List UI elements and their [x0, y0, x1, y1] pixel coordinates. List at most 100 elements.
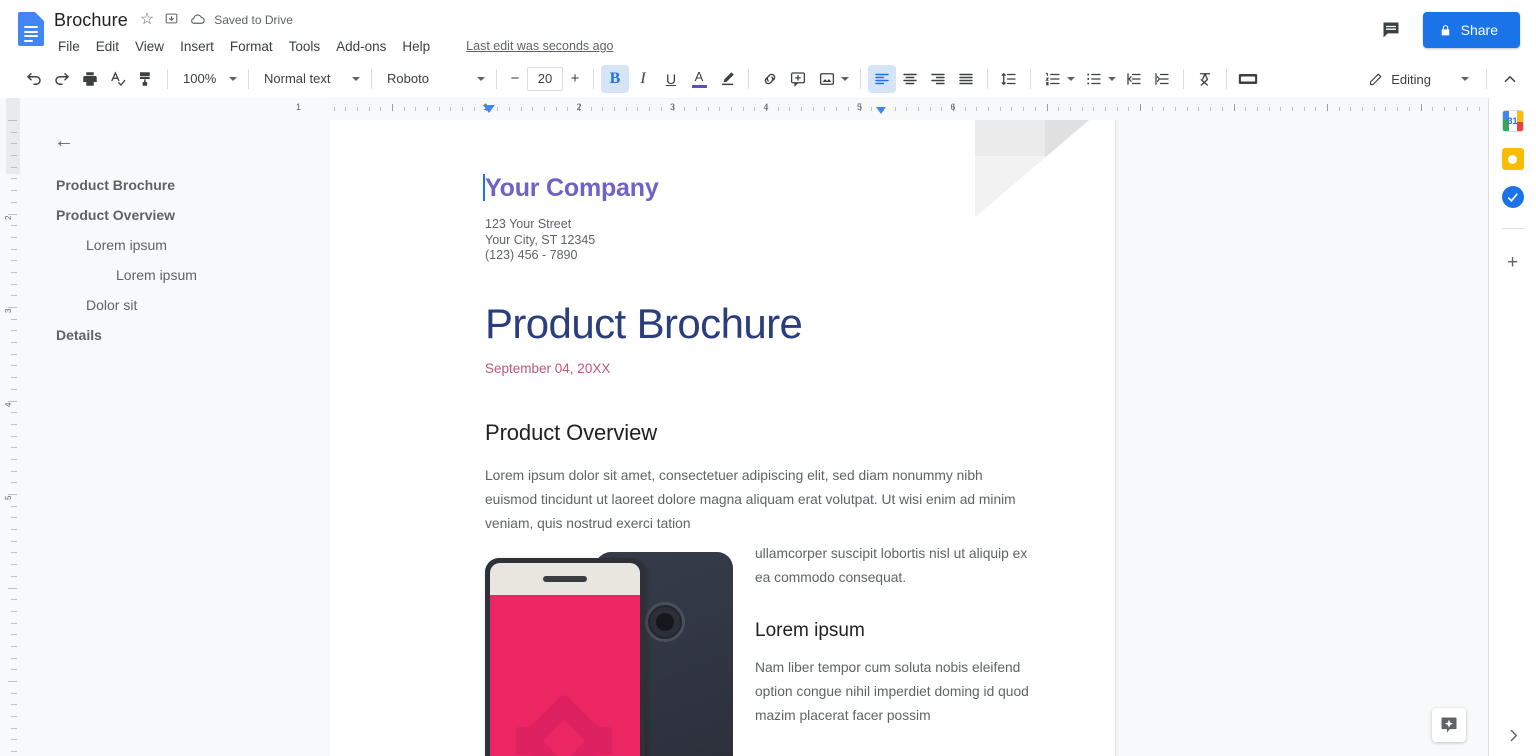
chevron-up-icon[interactable] [1496, 65, 1524, 93]
subsection-paragraph[interactable]: Nam liber tempor cum soluta nobis eleife… [755, 656, 1031, 728]
document-page[interactable]: Your Company 123 Your Street Your City, … [330, 98, 1115, 756]
phone-front-body [485, 558, 645, 756]
outline-item-dolor-sit[interactable]: Dolor sit [50, 290, 316, 320]
ruler-tick [871, 107, 873, 111]
spelling-check-icon[interactable] [104, 65, 132, 93]
insert-link-icon[interactable] [756, 65, 784, 93]
document-title[interactable]: Brochure [54, 10, 130, 31]
numbered-list-dropdown[interactable] [1038, 65, 1079, 93]
last-edit-link[interactable]: Last edit was seconds ago [466, 39, 613, 53]
side-paragraph[interactable]: ullamcorper suscipit lobortis nisl ut al… [755, 542, 1031, 590]
page-canvas[interactable]: Your Company 123 Your Street Your City, … [330, 98, 1536, 756]
left-indent-marker[interactable] [483, 105, 495, 113]
undo-icon[interactable] [20, 65, 48, 93]
toolbar-divider [1183, 68, 1184, 89]
menu-item-tools[interactable]: Tools [281, 37, 329, 56]
menu-item-help[interactable]: Help [394, 37, 438, 56]
phone-speaker [543, 576, 587, 583]
bold-button[interactable]: B [601, 64, 629, 93]
menu-item-insert[interactable]: Insert [172, 37, 222, 56]
zoom-dropdown[interactable]: 100% [175, 65, 241, 93]
add-apps-icon[interactable]: + [1499, 249, 1527, 277]
menu-item-file[interactable]: File [50, 37, 88, 56]
font-size-increase-button[interactable]: + [564, 67, 586, 91]
align-center-icon[interactable] [896, 65, 924, 93]
ruler-number: 2 [4, 215, 13, 220]
document-main-title[interactable]: Product Brochure [485, 300, 1031, 347]
font-family-dropdown[interactable]: Roboto [379, 65, 489, 93]
ruler-tick [11, 540, 17, 542]
ruler-tick [11, 739, 17, 741]
decrease-indent-icon[interactable] [1120, 65, 1148, 93]
chevron-right-icon[interactable] [1489, 727, 1536, 744]
toolbar-divider [1226, 68, 1227, 89]
company-name-heading[interactable]: Your Company [483, 174, 1031, 203]
explore-icon[interactable] [1432, 708, 1466, 742]
star-icon[interactable]: ☆ [140, 12, 154, 28]
font-size-decrease-button[interactable]: − [504, 67, 526, 91]
clear-formatting-icon[interactable] [1191, 65, 1219, 93]
horizontal-ruler[interactable]: 1123456 [296, 98, 1488, 120]
ruler-tick [1093, 107, 1095, 111]
editing-mode-dropdown[interactable]: Editing [1358, 64, 1477, 94]
right-indent-marker[interactable] [875, 107, 886, 114]
ruler-number: 4 [763, 102, 769, 112]
menu-item-format[interactable]: Format [222, 37, 281, 56]
outline-item-lorem-ipsum-1[interactable]: Lorem ipsum [50, 230, 316, 260]
add-comment-icon[interactable] [784, 65, 812, 93]
ruler-number: 4 [4, 402, 13, 407]
ruler-tick [917, 107, 919, 111]
align-left-icon[interactable] [868, 64, 896, 93]
paragraph-style-value: Normal text [264, 71, 331, 86]
font-size-input[interactable]: 20 [527, 66, 563, 91]
ruler-tick [812, 107, 814, 111]
address-block[interactable]: 123 Your Street Your City, ST 12345 (123… [485, 217, 1031, 264]
company-name-text: Your Company [485, 174, 659, 202]
document-date[interactable]: September 04, 20XX [485, 361, 1031, 376]
bulleted-list-dropdown[interactable] [1079, 65, 1120, 93]
align-justify-icon[interactable] [952, 65, 980, 93]
google-calendar-icon[interactable]: 31 [1501, 110, 1524, 132]
highlight-pen-icon[interactable] [713, 65, 741, 93]
smartphone-product-illustration[interactable] [485, 550, 733, 756]
input-tools-icon[interactable] [1234, 65, 1262, 93]
text-color-icon[interactable]: A [685, 65, 713, 93]
ruler-tick [1315, 107, 1317, 111]
line-spacing-icon[interactable] [995, 65, 1023, 93]
vertical-ruler[interactable]: 2 3 4 5 [0, 98, 20, 756]
paragraph-style-dropdown[interactable]: Normal text [256, 65, 364, 93]
section-paragraph-product-overview[interactable]: Lorem ipsum dolor sit amet, consectetuer… [485, 464, 1031, 536]
outline-item-details[interactable]: Details [50, 320, 316, 350]
move-to-folder-icon[interactable] [164, 11, 179, 29]
google-tasks-icon[interactable] [1501, 186, 1524, 208]
outline-item-lorem-ipsum-2[interactable]: Lorem ipsum [50, 260, 316, 290]
align-right-icon[interactable] [924, 65, 952, 93]
ruler-tick [11, 271, 17, 273]
underline-button[interactable]: U [657, 65, 685, 93]
address-line-city: Your City, ST 12345 [485, 232, 596, 247]
menu-item-addons[interactable]: Add-ons [328, 37, 394, 56]
ruler-tick [719, 107, 721, 111]
comment-history-icon[interactable] [1373, 12, 1409, 48]
menu-item-edit[interactable]: Edit [88, 37, 127, 56]
phone-screen-area [490, 563, 640, 756]
subsection-heading-lorem-ipsum[interactable]: Lorem ipsum [755, 620, 1031, 642]
share-button[interactable]: Share [1422, 12, 1520, 48]
outline-item-product-brochure[interactable]: Product Brochure [50, 170, 316, 200]
insert-image-dropdown[interactable] [812, 65, 853, 93]
menu-item-view[interactable]: View [127, 37, 172, 56]
increase-indent-icon[interactable] [1148, 65, 1176, 93]
underline-label: U [665, 70, 677, 87]
editing-mode-label: Editing [1391, 71, 1431, 87]
italic-button[interactable]: I [629, 65, 657, 93]
google-keep-icon[interactable] [1501, 148, 1524, 170]
outline-item-product-overview[interactable]: Product Overview [50, 200, 316, 230]
document-body[interactable]: Your Company 123 Your Street Your City, … [330, 98, 1115, 756]
section-heading-product-overview[interactable]: Product Overview [485, 420, 1031, 446]
redo-icon[interactable] [48, 65, 76, 93]
close-outline-icon[interactable]: ← [49, 126, 79, 156]
google-docs-icon[interactable] [18, 12, 44, 46]
ruler-tick [1455, 107, 1457, 111]
paint-format-icon[interactable] [132, 65, 160, 93]
print-icon[interactable] [76, 65, 104, 93]
